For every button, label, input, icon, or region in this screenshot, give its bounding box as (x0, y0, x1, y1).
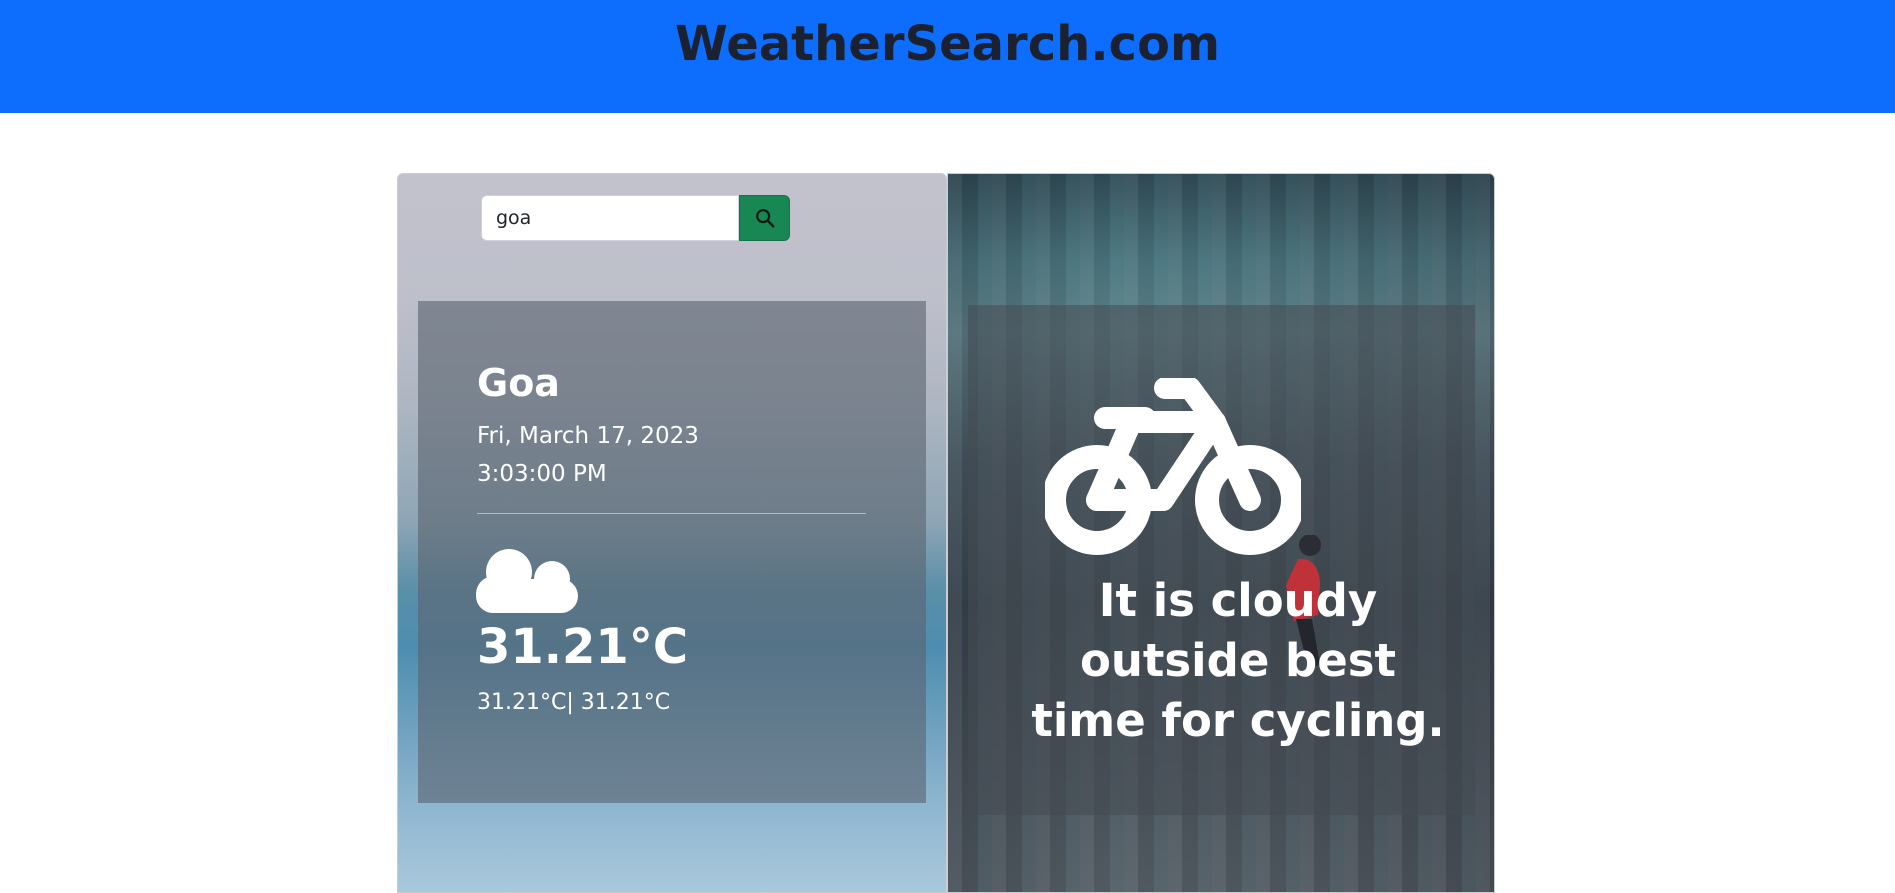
site-brand[interactable]: WeatherSearch.com (675, 16, 1220, 72)
weather-time: 3:03:00 PM (477, 461, 607, 487)
suggestion-panel: It is cloudy outside best time for cycli… (968, 305, 1475, 815)
cloud-icon (476, 549, 578, 613)
weather-date: Fri, March 17, 2023 (477, 423, 699, 449)
temperature: 31.21°C (477, 619, 689, 675)
search-icon (755, 209, 774, 228)
search-button[interactable] (739, 195, 790, 241)
navbar: WeatherSearch.com (0, 0, 1895, 113)
bicycle-icon (1045, 378, 1301, 555)
search-form (481, 195, 790, 241)
activity-suggestion: It is cloudy outside best time for cycli… (1031, 574, 1445, 747)
weather-info-panel: Goa Fri, March 17, 2023 3:03:00 PM 31.21… (418, 301, 926, 803)
city-name: Goa (477, 361, 560, 405)
divider (477, 513, 866, 514)
min-max-temperature: 31.21°C| 31.21°C (477, 690, 671, 715)
weather-card: Goa Fri, March 17, 2023 3:03:00 PM 31.21… (397, 173, 947, 893)
suggestion-card: It is cloudy outside best time for cycli… (947, 173, 1495, 893)
city-search-input[interactable] (481, 195, 739, 241)
